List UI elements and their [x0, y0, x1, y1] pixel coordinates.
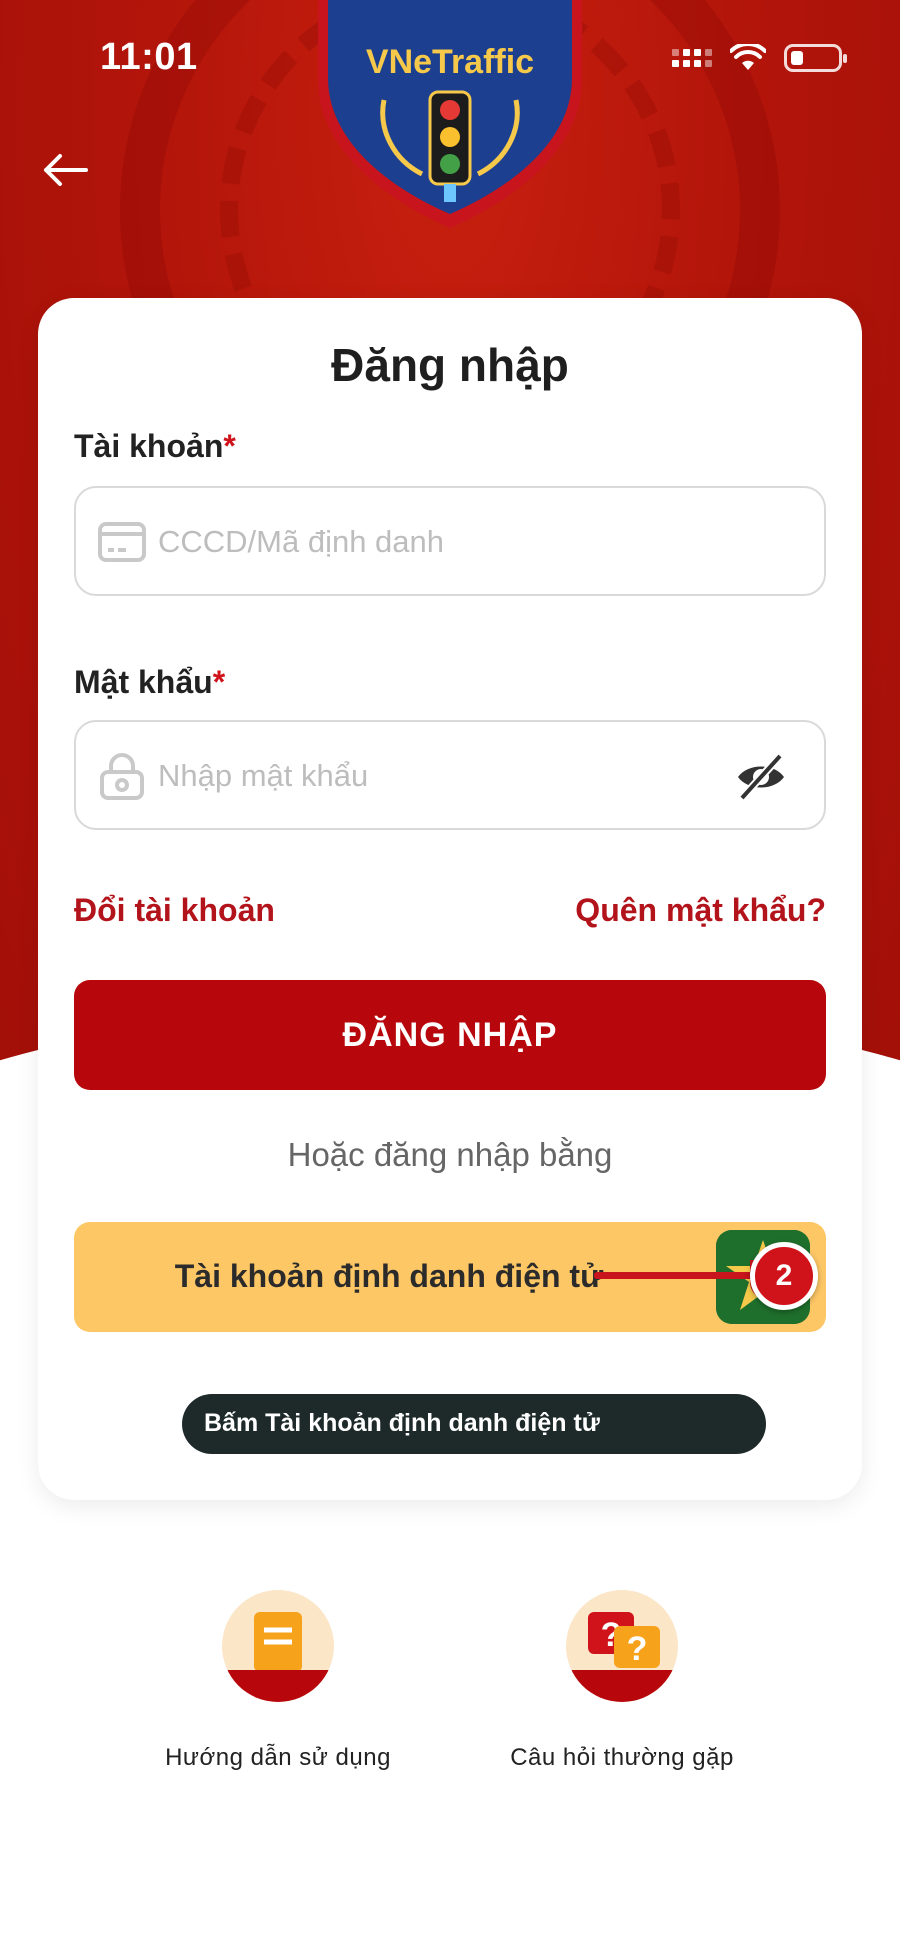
faq-question-icon: ? ? [566, 1590, 678, 1702]
vnetraffic-logo: VNeTraffic [318, 0, 582, 228]
account-input[interactable] [158, 516, 718, 568]
account-label: Tài khoản* [74, 428, 236, 465]
password-label: Mật khẩu* [74, 664, 225, 701]
faq-shortcut[interactable]: ? ? Câu hỏi thường gặp [472, 1590, 772, 1772]
step-badge: 2 [750, 1242, 818, 1310]
svg-text:?: ? [627, 1630, 648, 1668]
user-guide-label: Hướng dẫn sử dụng [165, 1744, 391, 1771]
logo-text: VNeTraffic [366, 43, 534, 81]
faq-label: Câu hỏi thường gặp [510, 1744, 734, 1771]
document-guide-icon [222, 1590, 334, 1702]
or-login-with-text: Hoặc đăng nhập bằng [287, 1136, 613, 1173]
back-arrow-icon[interactable] [40, 150, 90, 190]
vneid-login-button[interactable]: Tài khoản định danh điện tử 2 [74, 1222, 826, 1332]
eye-off-icon[interactable] [734, 750, 788, 804]
password-label-text: Mật khẩu [74, 664, 213, 700]
status-icons [672, 44, 847, 72]
account-field[interactable] [74, 486, 826, 596]
cellular-signal-icon [672, 49, 712, 67]
lock-icon [100, 753, 144, 800]
forgot-password-link[interactable]: Quên mật khẩu? [575, 892, 826, 929]
id-card-icon [98, 522, 146, 562]
login-card: Đăng nhập Tài khoản* Mật khẩu* Đổi tài k… [38, 298, 862, 1500]
account-label-text: Tài khoản [74, 428, 224, 464]
required-mark: * [223, 428, 236, 464]
battery-icon [784, 44, 847, 72]
switch-account-link[interactable]: Đổi tài khoản [74, 892, 275, 929]
step-pointer-line [594, 1272, 764, 1279]
page-title: Đăng nhập [331, 339, 569, 391]
status-time: 11:01 [100, 36, 198, 78]
wifi-icon [730, 44, 766, 70]
instruction-tooltip: Bấm Tài khoản định danh điện tử [182, 1394, 766, 1454]
login-button[interactable]: ĐĂNG NHẬP [74, 980, 826, 1090]
password-field[interactable] [74, 720, 826, 830]
required-mark: * [212, 664, 226, 700]
user-guide-shortcut[interactable]: Hướng dẫn sử dụng [128, 1590, 428, 1772]
password-input[interactable] [158, 750, 718, 802]
